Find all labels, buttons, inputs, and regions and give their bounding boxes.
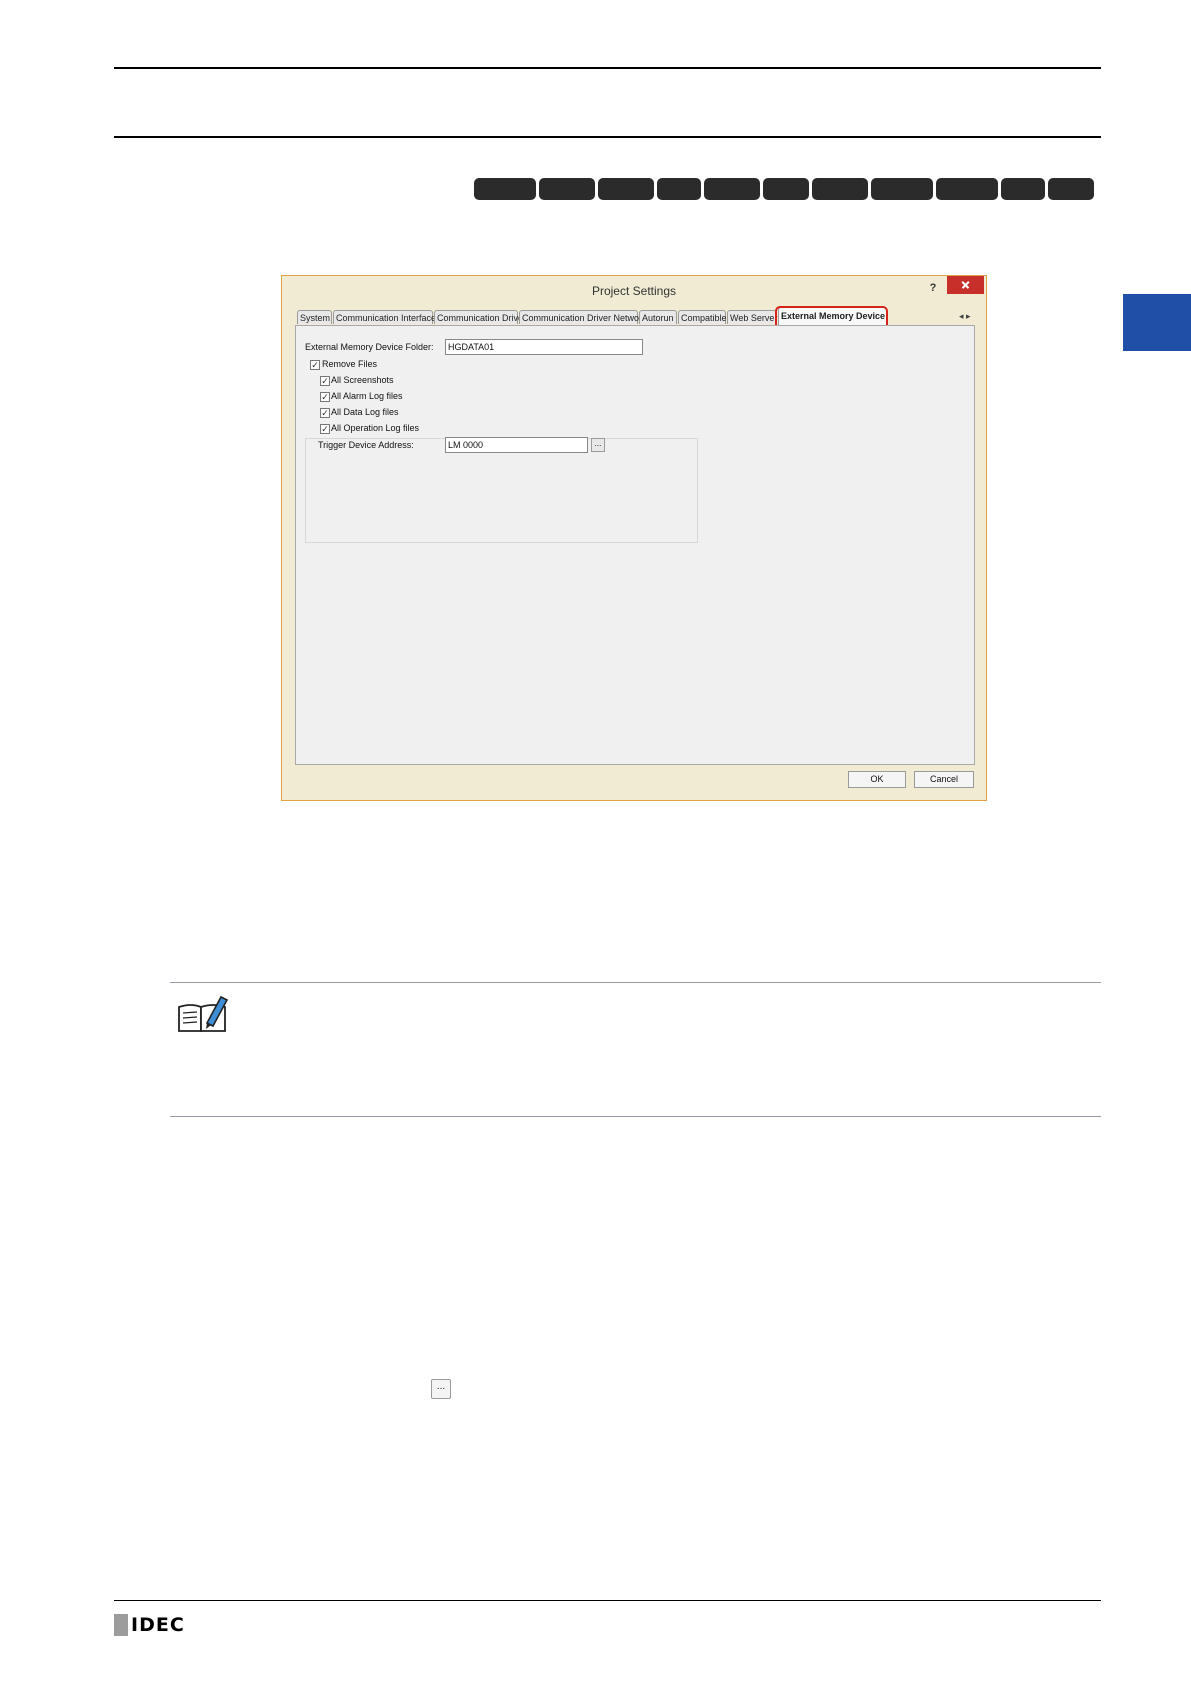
model-tags bbox=[474, 178, 1094, 200]
note-top-rule bbox=[170, 982, 1101, 983]
remove-files-group bbox=[305, 438, 698, 543]
tab-system[interactable]: System bbox=[297, 310, 332, 324]
tab-communication-interface[interactable]: Communication Interface bbox=[333, 310, 436, 324]
tab-autorun[interactable]: Autorun bbox=[639, 310, 677, 324]
idec-logo: IDEC bbox=[114, 1613, 185, 1637]
tab-communication-driver-network[interactable]: Communication Driver Network bbox=[519, 310, 647, 324]
remove-files-checkbox[interactable]: ✓ bbox=[310, 360, 320, 370]
screenshots-checkbox[interactable]: ✓ bbox=[320, 376, 330, 386]
chapter-tab bbox=[1123, 294, 1191, 351]
operation-log-label: All Operation Log files bbox=[331, 423, 420, 433]
data-log-label: All Data Log files bbox=[331, 407, 399, 417]
note-book-icon bbox=[177, 993, 229, 1033]
tab-compatible[interactable]: Compatible bbox=[678, 310, 727, 324]
note-bottom-rule bbox=[170, 1116, 1101, 1117]
tab-communication-driver[interactable]: Communication Driver bbox=[434, 310, 526, 324]
model-tag bbox=[812, 178, 868, 200]
tab-scroll-arrows[interactable]: ◂ ▸ bbox=[959, 311, 971, 322]
model-tag bbox=[474, 178, 536, 200]
inline-browse-button: ... bbox=[431, 1379, 451, 1399]
logo-text: IDEC bbox=[131, 1614, 185, 1636]
header-rule-top bbox=[114, 67, 1101, 69]
model-tag bbox=[539, 178, 595, 200]
folder-input[interactable]: HGDATA01 bbox=[445, 339, 643, 355]
model-tag bbox=[871, 178, 933, 200]
dialog-title: Project Settings bbox=[591, 284, 677, 298]
header-rule-bottom bbox=[114, 136, 1101, 138]
model-tag bbox=[598, 178, 654, 200]
data-log-checkbox[interactable]: ✓ bbox=[320, 408, 330, 418]
model-tag bbox=[763, 178, 809, 200]
trigger-browse-button[interactable]: ... bbox=[591, 438, 605, 452]
trigger-label: Trigger Device Address: bbox=[318, 440, 414, 450]
model-tag bbox=[704, 178, 760, 200]
model-tag bbox=[657, 178, 701, 200]
model-tag bbox=[1001, 178, 1045, 200]
tab-web-server[interactable]: Web Server bbox=[727, 310, 777, 324]
cancel-button[interactable]: Cancel bbox=[914, 771, 974, 788]
model-tag bbox=[936, 178, 998, 200]
ok-button[interactable]: OK bbox=[848, 771, 906, 788]
trigger-input[interactable]: LM 0000 bbox=[445, 437, 588, 453]
help-button[interactable]: ? bbox=[924, 280, 942, 296]
logo-mark bbox=[114, 1614, 128, 1636]
settings-panel: External Memory Device Folder: HGDATA01 … bbox=[295, 325, 975, 765]
close-icon[interactable] bbox=[947, 276, 984, 294]
footer-rule bbox=[114, 1600, 1101, 1601]
folder-label: External Memory Device Folder: bbox=[305, 342, 434, 352]
model-tag bbox=[1048, 178, 1094, 200]
alarm-log-checkbox[interactable]: ✓ bbox=[320, 392, 330, 402]
project-settings-dialog: Project Settings ? System Communication … bbox=[281, 275, 987, 801]
screenshots-label: All Screenshots bbox=[331, 375, 394, 385]
remove-files-label: Remove Files bbox=[322, 359, 378, 369]
operation-log-checkbox[interactable]: ✓ bbox=[320, 424, 330, 434]
alarm-log-label: All Alarm Log files bbox=[331, 391, 403, 401]
